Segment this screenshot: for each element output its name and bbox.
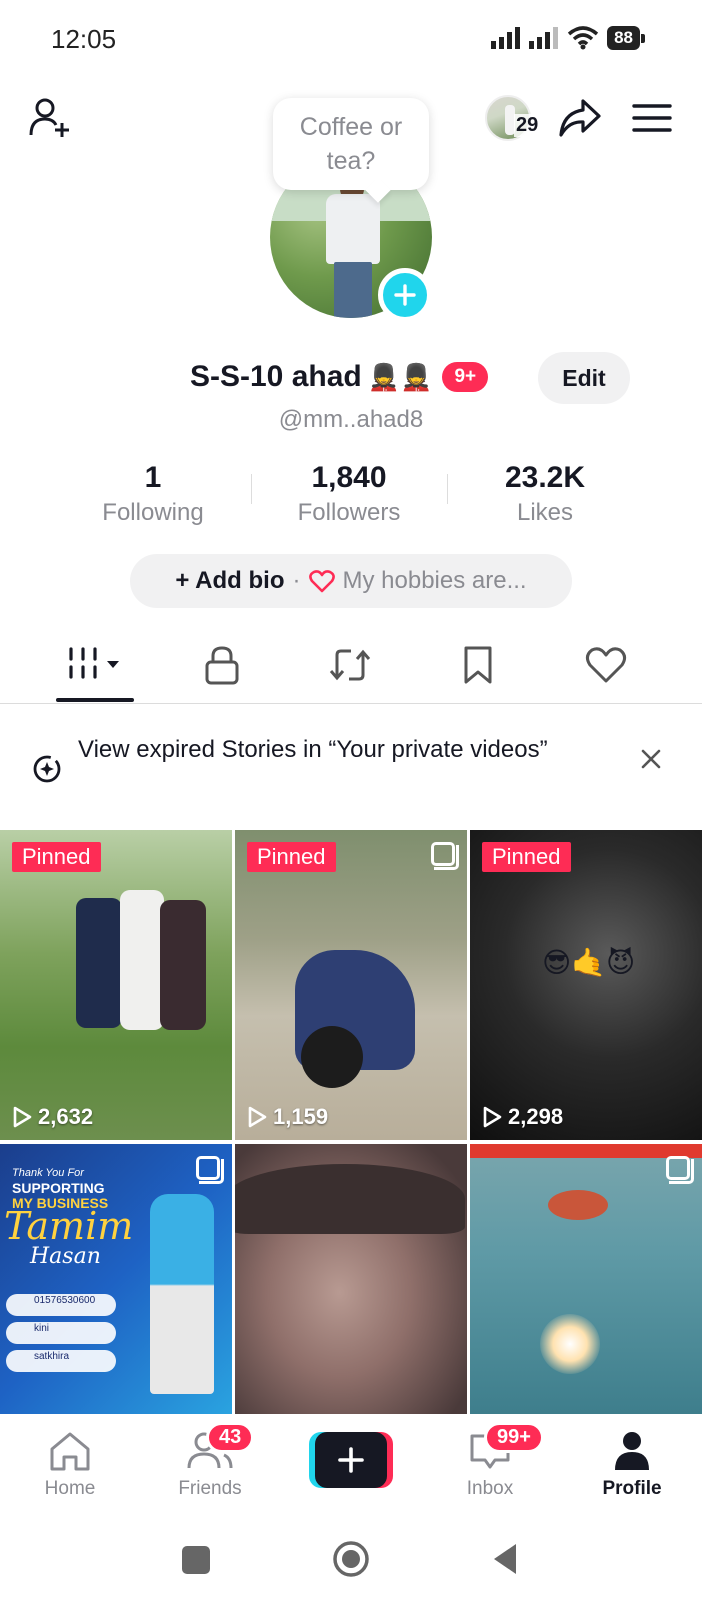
stat-label: Followers (297, 499, 401, 526)
story-icon (33, 755, 61, 783)
menu-icon (632, 104, 672, 132)
pinned-badge: Pinned (482, 842, 571, 872)
nav-label: Friends (178, 1478, 242, 1499)
share-icon (559, 99, 601, 137)
nav-friends[interactable]: 43 Friends (150, 1422, 270, 1500)
video-thumbnail[interactable]: Thank You For SUPPORTING MY BUSINESS Tam… (0, 1144, 232, 1414)
expired-stories-notice[interactable]: View expired Stories in “Your private vi… (0, 714, 702, 818)
signal-icon (491, 27, 521, 49)
menu-button[interactable] (626, 92, 678, 144)
battery-indicator: 88 (607, 26, 645, 50)
add-bio-button[interactable]: + Add bio · My hobbies are... (130, 554, 572, 608)
stat-value: 23.2K (504, 461, 586, 494)
inbox-badge: 99+ (484, 1422, 544, 1453)
status-time: 12:05 (51, 24, 117, 54)
bio-separator: · (292, 567, 301, 594)
heart-icon (585, 647, 627, 683)
stat-label: Likes (516, 499, 574, 526)
profile-tabs (0, 628, 702, 704)
friends-badge: 43 (206, 1422, 255, 1453)
close-icon[interactable] (640, 748, 662, 770)
status-bar: 12:05 88 (0, 0, 702, 80)
add-bio-label: + Add bio (175, 567, 285, 594)
poster-phone: 01576530600 (6, 1294, 116, 1316)
stat-following[interactable]: 1 Following (55, 458, 251, 528)
videos-grid-icon (69, 647, 119, 679)
video-thumbnail[interactable]: Pinned 1,159 (235, 830, 467, 1140)
poster-tiktok: kini (6, 1322, 116, 1344)
video-thumbnail[interactable]: 😎🤙😈 Pinned 2,298 (470, 830, 702, 1140)
nav-label: Inbox (466, 1478, 514, 1499)
poster-location: satkhira (6, 1350, 116, 1372)
share-profile-button[interactable] (554, 92, 606, 144)
nav-inbox[interactable]: 99+ Inbox (430, 1422, 550, 1500)
profile-stats: 1 Following 1,840 Followers 23.2K Likes (55, 458, 655, 528)
home-icon (50, 1432, 90, 1471)
back-button[interactable] (490, 1542, 520, 1576)
tab-liked[interactable] (566, 638, 646, 692)
story-count: 29 (514, 114, 541, 137)
home-nav-button[interactable] (332, 1540, 370, 1578)
tab-reposts[interactable] (310, 638, 390, 692)
video-thumbnail[interactable] (235, 1144, 467, 1414)
tab-videos[interactable] (56, 638, 136, 692)
nav-home[interactable]: Home (10, 1428, 130, 1500)
nav-label: Home (44, 1478, 96, 1499)
system-nav-bar (0, 1524, 702, 1600)
stat-label: Following (102, 499, 204, 526)
view-count: 2,632 (12, 1104, 93, 1130)
display-name: S-S-10 ahad (190, 360, 362, 393)
add-story-button[interactable] (378, 268, 432, 322)
video-grid: Pinned 2,632 Pinned 1,159 😎🤙😈 Pinned 2,2… (0, 830, 702, 1414)
note-text: Coffee or tea? (299, 113, 403, 175)
video-thumbnail[interactable] (470, 1144, 702, 1414)
play-icon (483, 1106, 502, 1128)
repost-icon (329, 649, 371, 681)
poster-name: Tamim (4, 1204, 134, 1248)
thumbnail-emojis: 😎🤙😈 (542, 947, 636, 978)
stat-followers[interactable]: 1,840 Followers (251, 458, 447, 528)
stat-value: 1 (144, 461, 162, 494)
add-friend-icon (29, 98, 69, 137)
multi-photo-icon (431, 842, 459, 870)
nav-profile[interactable]: Profile (572, 1428, 692, 1500)
active-tab-indicator (56, 698, 134, 702)
profile-icon (615, 1432, 649, 1470)
profile-name-row: S-S-10 ahad 💂💂 9+ (190, 352, 489, 402)
recents-button[interactable] (180, 1544, 212, 1576)
pinned-badge: Pinned (12, 842, 101, 872)
play-icon (13, 1106, 32, 1128)
hobby-prompt: My hobbies are... (342, 567, 527, 594)
bookmark-icon (464, 646, 492, 684)
add-friend-button[interactable] (24, 92, 76, 144)
heart-icon (308, 570, 335, 593)
multi-photo-icon (666, 1156, 694, 1184)
tab-favorites[interactable] (438, 638, 518, 692)
create-button[interactable] (309, 1432, 393, 1488)
poster-subname: Hasan (30, 1244, 101, 1269)
stat-value: 1,840 (311, 461, 387, 494)
view-count: 1,159 (247, 1104, 328, 1130)
stat-likes[interactable]: 23.2K Likes (447, 458, 643, 528)
name-emojis: 💂💂 (367, 361, 433, 392)
video-thumbnail[interactable]: Pinned 2,632 (0, 830, 232, 1140)
pinned-badge: Pinned (247, 842, 336, 872)
edit-profile-button[interactable]: Edit (538, 352, 630, 404)
status-icons: 88 (491, 26, 645, 50)
notice-text: View expired Stories in “Your private vi… (78, 736, 548, 763)
note-bubble[interactable]: Coffee or tea? (273, 98, 429, 190)
signal-icon (529, 27, 559, 49)
lock-icon (205, 646, 239, 685)
nav-label: Profile (602, 1478, 662, 1499)
plus-icon (338, 1447, 364, 1473)
view-count: 2,298 (482, 1104, 563, 1130)
notification-badge[interactable]: 9+ (442, 362, 489, 392)
username: @mm..ahad8 (278, 406, 424, 433)
wifi-icon (567, 26, 599, 50)
multi-photo-icon (196, 1156, 224, 1184)
plus-icon (394, 284, 416, 306)
play-icon (248, 1106, 267, 1128)
tab-private[interactable] (182, 638, 262, 692)
